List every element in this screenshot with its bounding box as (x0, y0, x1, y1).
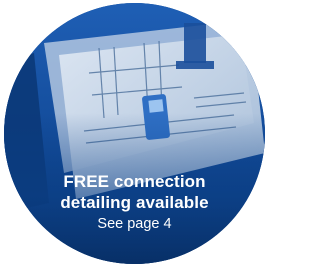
promo-badge[interactable]: FREE connection detailing available See … (4, 3, 265, 264)
headline-line-2: detailing available (60, 193, 209, 212)
headline-line-1: FREE connection (63, 172, 206, 191)
page-reference: See page 4 (97, 216, 172, 232)
